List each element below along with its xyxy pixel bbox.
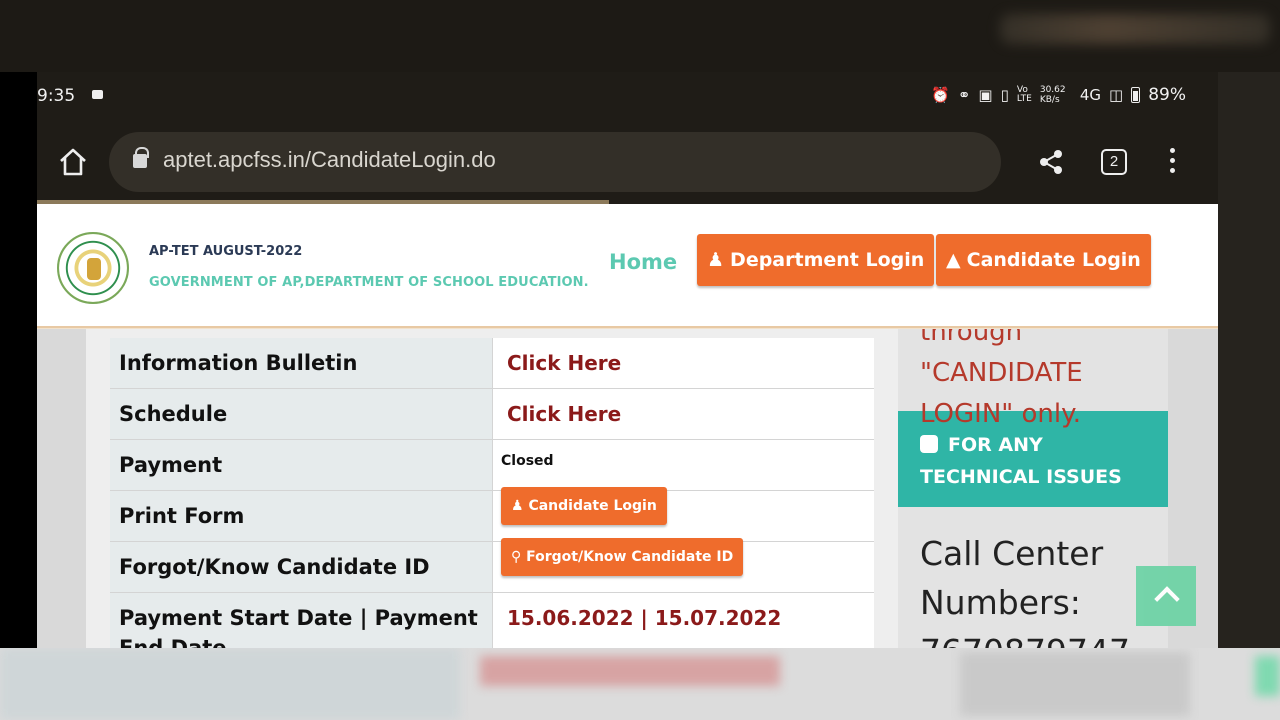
payment-status: Closed xyxy=(492,440,874,490)
schedule-link[interactable]: Click Here xyxy=(492,389,874,439)
print-form-cell: ♟ Candidate Login xyxy=(492,487,874,541)
lock-icon xyxy=(133,147,149,168)
forgot-id-button-label: Forgot/Know Candidate ID xyxy=(526,549,734,565)
cast-icon: ▣ xyxy=(978,86,993,104)
department-login-label: Department Login xyxy=(730,249,925,271)
network-speed: 30.62 KB/s xyxy=(1039,85,1066,105)
print-form-button-label: Candidate Login xyxy=(528,498,657,514)
overflow-menu-icon[interactable] xyxy=(1170,148,1180,178)
user-icon: ♟ xyxy=(511,498,524,514)
site-subtitle: GOVERNMENT OF AP,DEPARTMENT OF SCHOOL ED… xyxy=(149,275,589,290)
table-row: Forgot/Know Candidate ID ⚲ Forgot/Know C… xyxy=(110,538,874,593)
department-login-button[interactable]: ♟ Department Login xyxy=(697,234,935,286)
key-icon: ⚲ xyxy=(511,549,522,565)
tech-line: TECHNICAL ISSUES xyxy=(920,466,1122,488)
tab-switcher-button[interactable]: 2 xyxy=(1101,149,1127,175)
row-label: Information Bulletin xyxy=(110,338,492,388)
table-row: Payment Closed xyxy=(110,440,874,491)
candidate-login-label: Candidate Login xyxy=(966,249,1141,271)
web-page: AP-TET AUGUST-2022 GOVERNMENT OF AP,DEPA… xyxy=(37,204,1218,648)
print-form-candidate-login-button[interactable]: ♟ Candidate Login xyxy=(501,487,667,525)
info-bulletin-link[interactable]: Click Here xyxy=(492,338,874,388)
info-table: Information Bulletin Click Here Schedule… xyxy=(110,338,874,648)
table-row: Information Bulletin Click Here xyxy=(110,338,874,389)
battery-percent: 89% xyxy=(1148,85,1186,105)
call-line: Call Center xyxy=(920,534,1104,573)
ap-government-logo xyxy=(57,232,129,304)
signal-icon: ◫ xyxy=(1109,86,1124,104)
home-icon[interactable] xyxy=(57,146,89,178)
address-bar[interactable]: aptet.apcfss.in/CandidateLogin.do xyxy=(109,132,1001,192)
blurred-bottom-backdrop xyxy=(0,648,1280,720)
system-nav-bar: ≡ ○ ‹ xyxy=(1218,72,1280,648)
graduation-cap-icon: ▲ xyxy=(946,249,961,271)
url-text[interactable]: aptet.apcfss.in/CandidateLogin.do xyxy=(163,147,496,173)
table-row: Schedule Click Here xyxy=(110,389,874,440)
left-letterbox xyxy=(0,72,37,648)
forgot-id-cell: ⚲ Forgot/Know Candidate ID xyxy=(492,538,874,592)
site-header: AP-TET AUGUST-2022 GOVERNMENT OF AP,DEPA… xyxy=(37,204,1218,328)
site-title: AP-TET AUGUST-2022 xyxy=(149,244,303,259)
video-recording-icon xyxy=(92,90,103,99)
sidebar-notice: through "CANDIDATE LOGIN" only. xyxy=(920,312,1083,435)
vibrate-icon: ▯ xyxy=(1000,86,1009,104)
phone-icon xyxy=(920,435,938,453)
row-label: Forgot/Know Candidate ID xyxy=(110,542,492,592)
row-label: Payment Start Date | Payment End Date xyxy=(110,593,492,648)
tech-line: FOR ANY xyxy=(948,434,1043,456)
row-label: Payment xyxy=(110,440,492,490)
screen: ≡ ○ ‹ 9:35 ⏰ ⚭ ▣ ▯ VoLTE 30.62 KB/s 4G ◫… xyxy=(0,0,1280,720)
candidate-login-button[interactable]: ▲ Candidate Login xyxy=(936,234,1151,286)
share-icon[interactable] xyxy=(1037,148,1065,176)
blurred-top-backdrop xyxy=(0,0,1280,72)
user-icon: ♟ xyxy=(707,249,725,271)
status-time: 9:35 xyxy=(37,86,76,106)
home-link[interactable]: Home xyxy=(609,250,677,274)
row-label: Schedule xyxy=(110,389,492,439)
volte-icon: Vo LTE xyxy=(1016,85,1032,104)
row-label: Print Form xyxy=(110,491,492,541)
notice-line: LOGIN" only. xyxy=(920,399,1082,429)
call-line: Numbers: xyxy=(920,583,1081,622)
headphones-icon: ⚭ xyxy=(957,86,971,104)
payment-dates: 15.06.2022 | 15.07.2022 xyxy=(492,593,874,648)
status-bar: 9:35 ⏰ ⚭ ▣ ▯ Vo LTE 30.62 KB/s 4G ◫ 89% xyxy=(37,72,1218,122)
call-center-info: Call Center Numbers: 7670879747 xyxy=(920,529,1130,648)
browser-toolbar: aptet.apcfss.in/CandidateLogin.do 2 xyxy=(37,122,1218,204)
alarm-icon: ⏰ xyxy=(931,86,950,104)
status-icons: ⏰ ⚭ ▣ ▯ Vo LTE 30.62 KB/s 4G ◫ 89% xyxy=(931,85,1186,105)
network-type: 4G xyxy=(1079,86,1102,104)
call-number: 7670879747 xyxy=(920,627,1130,648)
forgot-candidate-id-button[interactable]: ⚲ Forgot/Know Candidate ID xyxy=(501,538,744,576)
battery-icon xyxy=(1131,87,1141,103)
table-row: Payment Start Date | Payment End Date 15… xyxy=(110,593,874,648)
table-row: Print Form ♟ Candidate Login xyxy=(110,487,874,542)
notice-line: "CANDIDATE xyxy=(920,358,1083,388)
scroll-to-top-button[interactable] xyxy=(1136,566,1196,626)
